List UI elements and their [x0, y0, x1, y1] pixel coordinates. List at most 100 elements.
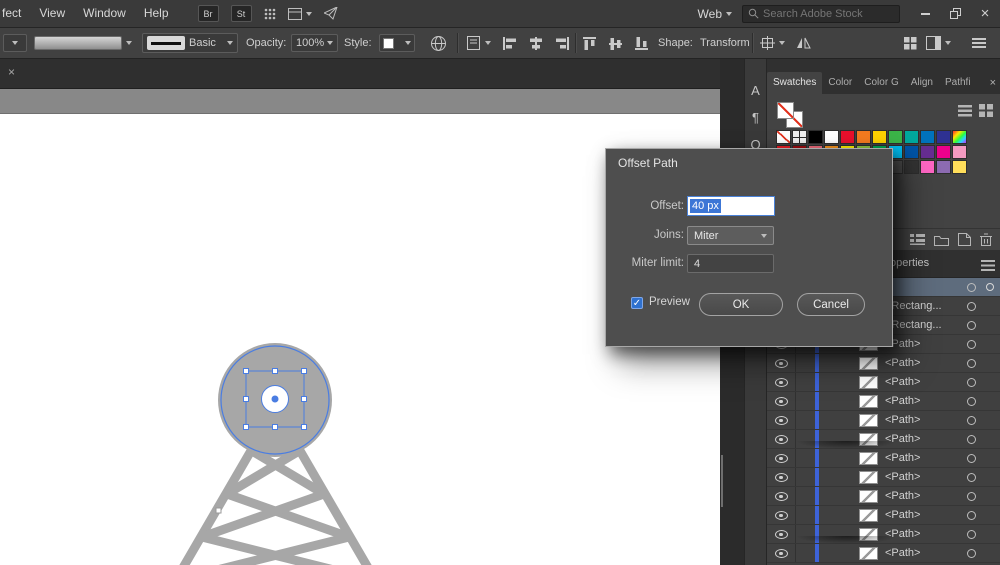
preferences-combo[interactable]: [466, 36, 491, 50]
target-circle[interactable]: [967, 321, 976, 330]
layer-row[interactable]: <Path>: [767, 487, 1000, 506]
target-circle[interactable]: [967, 378, 976, 387]
layer-label[interactable]: <Path>: [885, 490, 967, 502]
swatch-kinds-icon[interactable]: [910, 233, 925, 246]
target-circle[interactable]: [967, 511, 976, 520]
tab-align[interactable]: Align: [905, 72, 939, 94]
swatch[interactable]: [920, 160, 935, 174]
bridge-badge[interactable]: Br: [198, 5, 219, 22]
close-button[interactable]: ×: [970, 0, 1000, 27]
target-circle[interactable]: [967, 340, 976, 349]
document-setup-globe-icon[interactable]: [430, 35, 447, 52]
variable-width-combo[interactable]: [3, 34, 27, 52]
align-left-button[interactable]: [502, 36, 518, 51]
trash-icon[interactable]: [980, 233, 992, 246]
list-view-icon[interactable]: [958, 104, 972, 117]
visibility-toggle[interactable]: [767, 373, 796, 391]
fill-proxy[interactable]: [777, 102, 794, 119]
swatch[interactable]: [904, 160, 919, 174]
layer-row[interactable]: <Path>: [767, 392, 1000, 411]
swatch[interactable]: [856, 130, 871, 144]
menu-effect[interactable]: fect: [0, 0, 30, 27]
swatch[interactable]: [840, 130, 855, 144]
align-right-button[interactable]: [554, 36, 570, 51]
lock-cell[interactable]: [796, 544, 815, 562]
align-vcenter-button[interactable]: [608, 36, 624, 51]
lock-cell[interactable]: [796, 525, 815, 543]
lock-cell[interactable]: [796, 487, 815, 505]
lock-cell[interactable]: [796, 392, 815, 410]
visibility-toggle[interactable]: [767, 411, 796, 429]
lock-cell[interactable]: [796, 373, 815, 391]
arrange-windows-icon[interactable]: [288, 8, 312, 20]
align-center-button[interactable]: [528, 36, 544, 51]
menu-hamburger-button[interactable]: [972, 37, 986, 49]
fill-control[interactable]: [34, 36, 132, 50]
visibility-toggle[interactable]: [767, 354, 796, 372]
visibility-toggle[interactable]: [767, 525, 796, 543]
panel-flyout-menu-icon[interactable]: [981, 258, 995, 276]
isolate-combo[interactable]: [760, 36, 785, 50]
swatch[interactable]: [936, 130, 951, 144]
visibility-toggle[interactable]: [767, 544, 796, 562]
swatch-registration[interactable]: [792, 130, 807, 144]
swatch[interactable]: [920, 130, 935, 144]
visibility-toggle[interactable]: [767, 468, 796, 486]
layer-label[interactable]: <Path>: [885, 433, 967, 445]
visibility-toggle[interactable]: [767, 430, 796, 448]
layer-label[interactable]: <Path>: [885, 357, 967, 369]
swatch[interactable]: [952, 145, 967, 159]
share-icon[interactable]: [324, 7, 338, 20]
swatch[interactable]: [904, 130, 919, 144]
target-circle[interactable]: [967, 416, 976, 425]
layer-label[interactable]: <Path>: [885, 414, 967, 426]
dock-panels-combo[interactable]: [926, 36, 951, 50]
cancel-button[interactable]: Cancel: [797, 293, 865, 316]
swatch[interactable]: [936, 160, 951, 174]
visibility-toggle[interactable]: [767, 449, 796, 467]
lock-cell[interactable]: [796, 468, 815, 486]
lock-cell[interactable]: [796, 449, 815, 467]
layer-row[interactable]: <Path>: [767, 373, 1000, 392]
layer-label[interactable]: <Rectang...: [885, 319, 967, 331]
target-circle[interactable]: [967, 302, 976, 311]
offset-input[interactable]: 40 px: [687, 196, 775, 216]
new-color-group-folder-icon[interactable]: [934, 233, 949, 246]
new-swatch-icon[interactable]: [958, 233, 971, 246]
search-input[interactable]: [763, 8, 894, 20]
layer-row[interactable]: <Path>: [767, 430, 1000, 449]
layer-label[interactable]: <Path>: [885, 471, 967, 483]
workspace-switcher[interactable]: Web: [688, 7, 742, 21]
target-circle[interactable]: [967, 492, 976, 501]
document-tab-close[interactable]: ×: [8, 66, 15, 78]
align-top-button[interactable]: [582, 36, 598, 51]
layer-label[interactable]: <Path>: [885, 395, 967, 407]
minimize-button[interactable]: [910, 0, 940, 27]
target-circle[interactable]: [967, 359, 976, 368]
style-combo[interactable]: [379, 34, 415, 52]
tab-color-guide[interactable]: Color G: [858, 72, 904, 94]
preview-checkbox[interactable]: ✓: [631, 297, 643, 309]
character-panel-icon[interactable]: A: [751, 77, 760, 104]
joins-select[interactable]: Miter: [687, 226, 774, 245]
layer-row[interactable]: <Path>: [767, 449, 1000, 468]
lock-cell[interactable]: [796, 506, 815, 524]
flip-icon-button[interactable]: [796, 36, 811, 50]
layer-row[interactable]: <Path>: [767, 411, 1000, 430]
menu-help[interactable]: Help: [135, 0, 178, 27]
tab-color[interactable]: Color: [822, 72, 858, 94]
target-circle[interactable]: [967, 549, 976, 558]
scrollbar-thumb[interactable]: [721, 455, 723, 507]
target-circle[interactable]: [967, 454, 976, 463]
target-circle[interactable]: [967, 283, 976, 292]
ok-button[interactable]: OK: [699, 293, 783, 316]
visibility-toggle[interactable]: [767, 506, 796, 524]
lock-cell[interactable]: [796, 430, 815, 448]
stroke-style-combo[interactable]: Basic: [142, 33, 238, 53]
layer-label[interactable]: <Path>: [885, 376, 967, 388]
layer-label[interactable]: <Path>: [885, 547, 967, 559]
menu-view[interactable]: View: [30, 0, 74, 27]
paragraph-panel-icon[interactable]: ¶: [752, 104, 759, 131]
tab-pathfinder[interactable]: Pathfi: [939, 72, 977, 94]
layer-label[interactable]: <Path>: [885, 528, 967, 540]
